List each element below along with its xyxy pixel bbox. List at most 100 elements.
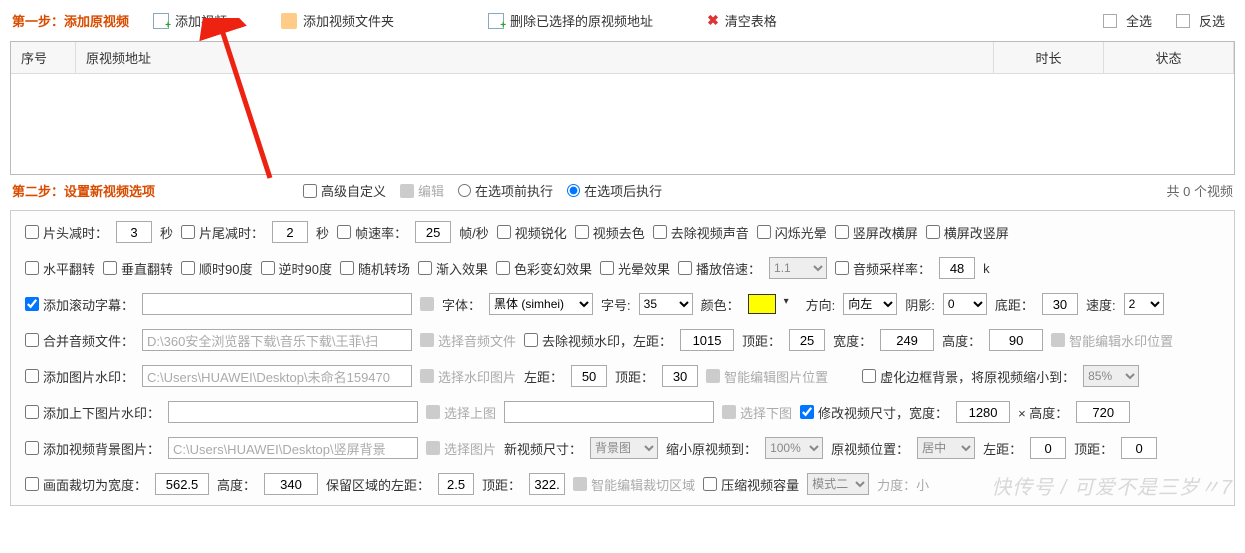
row-5: 添加图片水印： 选择水印图片 左距： 顶距： 智能编辑图片位置 虚化边框背景，将… xyxy=(25,365,1220,387)
row-2: 水平翻转 垂直翻转 顺时90度 逆时90度 随机转场 渐入效果 色彩变幻效果 光… xyxy=(25,257,1220,279)
img-watermark-check[interactable]: 添加图片水印： xyxy=(25,367,134,386)
after-radio[interactable]: 在选项后执行 xyxy=(567,181,662,200)
img-wm-left-input[interactable] xyxy=(571,365,607,387)
add-folder-button[interactable]: 添加视频文件夹 xyxy=(273,8,402,33)
row-1: 片头减时： 秒 片尾减时： 秒 帧速率： 帧/秒 视频锐化 视频去色 去除视频声… xyxy=(25,221,1220,243)
color-picker[interactable] xyxy=(748,294,776,314)
cw90-check[interactable]: 顺时90度 xyxy=(181,259,252,278)
flash-check[interactable]: 闪烁光晕 xyxy=(757,223,827,242)
col-seq[interactable]: 序号 xyxy=(11,42,76,73)
crop-left-input[interactable] xyxy=(438,473,474,495)
bg-path-input[interactable] xyxy=(168,437,418,459)
pos-select[interactable]: 居中 xyxy=(917,437,975,459)
delete-selected-button[interactable]: 删除已选择的原视频地址 xyxy=(480,8,661,33)
merge-audio-check[interactable]: 合并音频文件： xyxy=(25,331,134,350)
invert-selection-button[interactable]: 反选 xyxy=(1168,8,1233,33)
pick-audio-button[interactable]: 选择音频文件 xyxy=(420,331,516,350)
asr-check[interactable]: 音频采样率： xyxy=(835,259,931,278)
v2h-check[interactable]: 竖屏改横屏 xyxy=(835,223,918,242)
edit-icon xyxy=(400,184,414,198)
compress-check[interactable]: 压缩视频容量 xyxy=(703,475,799,494)
video-count: 共 0 个视频 xyxy=(1167,181,1233,200)
fade-check[interactable]: 渐入效果 xyxy=(418,259,488,278)
folder-icon xyxy=(281,13,297,29)
vflip-check[interactable]: 垂直翻转 xyxy=(103,259,173,278)
table-body[interactable] xyxy=(11,74,1234,174)
blur-border-check[interactable]: 虚化边框背景，将原视频缩小到： xyxy=(862,367,1075,386)
wm-width-input[interactable] xyxy=(880,329,934,351)
tb-watermark-check[interactable]: 添加上下图片水印： xyxy=(25,403,160,422)
smart-wm-button[interactable]: 智能编辑水印位置 xyxy=(1051,331,1173,350)
bot-img-input[interactable] xyxy=(504,401,714,423)
scroll-text-input[interactable] xyxy=(142,293,412,315)
tail-trim-check[interactable]: 片尾减时： xyxy=(181,223,264,242)
scroll-speed-select[interactable]: 2 xyxy=(1124,293,1164,315)
font-size-select[interactable]: 35 xyxy=(639,293,693,315)
color-shift-check[interactable]: 色彩变幻效果 xyxy=(496,259,592,278)
edit-button[interactable]: 编辑 xyxy=(400,181,444,200)
mode-select[interactable]: 模式二 xyxy=(807,473,869,495)
wm-left-input[interactable] xyxy=(680,329,734,351)
sharpen-check[interactable]: 视频锐化 xyxy=(497,223,567,242)
direction-select[interactable]: 向左 xyxy=(843,293,897,315)
step2-bar: 第二步：设置新视频选项 高级自定义 编辑 在选项前执行 在选项后执行 共 0 个… xyxy=(0,175,1245,206)
audio-path-input[interactable] xyxy=(142,329,412,351)
head-trim-input[interactable] xyxy=(116,221,152,243)
row-4: 合并音频文件： 选择音频文件 去除视频水印，左距： 顶距： 宽度： 高度： 智能… xyxy=(25,329,1220,351)
remove-watermark-check[interactable]: 去除视频水印，左距： xyxy=(524,331,672,350)
newsize-select[interactable]: 背景图 xyxy=(590,437,658,459)
mute-check[interactable]: 去除视频声音 xyxy=(653,223,749,242)
col-status[interactable]: 状态 xyxy=(1104,42,1234,73)
col-path[interactable]: 原视频地址 xyxy=(76,42,994,73)
pick-bg-button[interactable]: 选择图片 xyxy=(426,439,496,458)
scroll-text-check[interactable]: 添加滚动字幕： xyxy=(25,295,134,314)
shrink-pct-select[interactable]: 85% xyxy=(1083,365,1139,387)
h2v-check[interactable]: 横屏改竖屏 xyxy=(926,223,1009,242)
crop-w-input[interactable] xyxy=(155,473,209,495)
shrink-select[interactable]: 100% xyxy=(765,437,823,459)
asr-input[interactable] xyxy=(939,257,975,279)
add-video-button[interactable]: 添加视频 xyxy=(145,8,235,33)
bg-image-check[interactable]: 添加视频背景图片： xyxy=(25,439,160,458)
random-trans-check[interactable]: 随机转场 xyxy=(340,259,410,278)
col-duration[interactable]: 时长 xyxy=(994,42,1104,73)
wm-top-input[interactable] xyxy=(789,329,825,351)
smart-img-button[interactable]: 智能编辑图片位置 xyxy=(706,367,828,386)
tail-trim-input[interactable] xyxy=(272,221,308,243)
shadow-select[interactable]: 0 xyxy=(943,293,987,315)
clear-table-button[interactable]: ✖ 清空表格 xyxy=(699,8,785,33)
resize-h-input[interactable] xyxy=(1076,401,1130,423)
step2-label: 第二步：设置新视频选项 xyxy=(12,181,155,200)
resize-check[interactable]: 修改视频尺寸，宽度： xyxy=(800,403,948,422)
head-trim-check[interactable]: 片头减时： xyxy=(25,223,108,242)
speaker-icon[interactable] xyxy=(420,297,434,311)
pick-top-button[interactable]: 选择上图 xyxy=(426,403,496,422)
ccw90-check[interactable]: 逆时90度 xyxy=(261,259,332,278)
table-header: 序号 原视频地址 时长 状态 xyxy=(11,42,1234,74)
smart-crop-button[interactable]: 智能编辑裁切区域 xyxy=(573,475,695,494)
crop-check[interactable]: 画面裁切为宽度： xyxy=(25,475,147,494)
fps-input[interactable] xyxy=(415,221,451,243)
img-wm-path-input[interactable] xyxy=(142,365,412,387)
fps-check[interactable]: 帧速率： xyxy=(337,223,407,242)
crop-h-input[interactable] xyxy=(264,473,318,495)
wm-height-input[interactable] xyxy=(989,329,1043,351)
hflip-check[interactable]: 水平翻转 xyxy=(25,259,95,278)
bg-left-input[interactable] xyxy=(1030,437,1066,459)
halo-check[interactable]: 光晕效果 xyxy=(600,259,670,278)
desaturate-check[interactable]: 视频去色 xyxy=(575,223,645,242)
top-img-input[interactable] xyxy=(168,401,418,423)
pick-bot-button[interactable]: 选择下图 xyxy=(722,403,792,422)
bottom-input[interactable] xyxy=(1042,293,1078,315)
font-select[interactable]: 黑体 (simhei) xyxy=(489,293,593,315)
advanced-checkbox[interactable]: 高级自定义 xyxy=(303,181,386,200)
resize-w-input[interactable] xyxy=(956,401,1010,423)
before-radio[interactable]: 在选项前执行 xyxy=(458,181,553,200)
bg-top-input[interactable] xyxy=(1121,437,1157,459)
crop-top-input[interactable] xyxy=(529,473,565,495)
select-all-button[interactable]: 全选 xyxy=(1095,8,1160,33)
speed-check[interactable]: 播放倍速： xyxy=(678,259,761,278)
speed-select[interactable]: 1.1 xyxy=(769,257,827,279)
pick-wm-image-button[interactable]: 选择水印图片 xyxy=(420,367,516,386)
img-wm-top-input[interactable] xyxy=(662,365,698,387)
